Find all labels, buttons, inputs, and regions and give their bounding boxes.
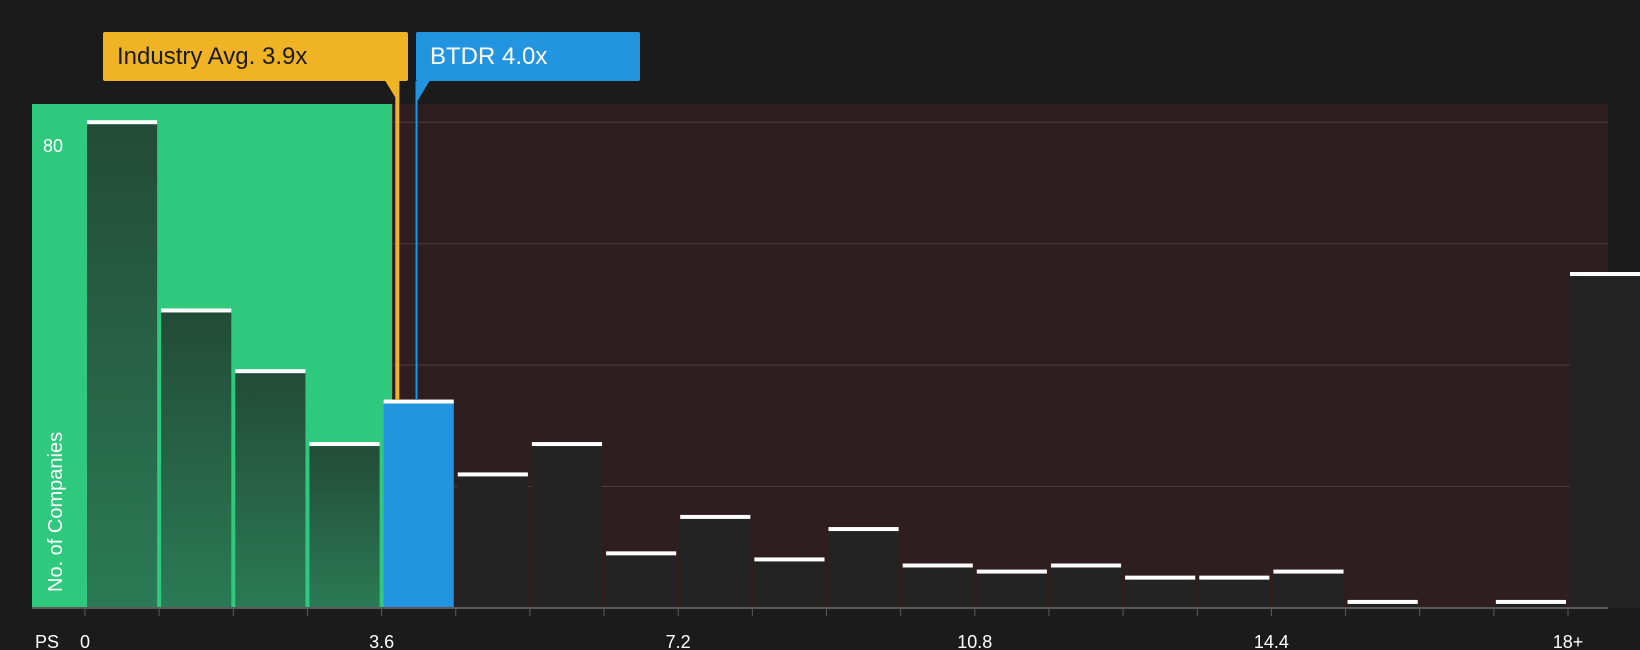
bar-cap [1199, 575, 1270, 580]
histogram-bar [87, 122, 158, 609]
bar-cap [1050, 563, 1122, 568]
ps-distribution-chart: 0 3.6 7.2 10.8 14.4 18+ 80 PS No. of Companie… [32, 81, 1640, 650]
y-axis-label: No. of Companies [45, 432, 67, 592]
histogram-bar [161, 310, 232, 608]
histogram-bar [754, 559, 825, 608]
company-pointer [415, 81, 430, 104]
bar-cap [383, 399, 454, 404]
x-tick-label: 0 [80, 632, 90, 650]
histogram-bar [1273, 571, 1344, 608]
x-axis-ticks: 0 3.6 7.2 10.8 14.4 18+ [80, 608, 1583, 650]
histogram-bar [1050, 565, 1122, 608]
histogram-bar [902, 565, 973, 608]
histogram-bar [531, 444, 603, 608]
x-tick-label: 10.8 [957, 632, 992, 650]
bar-cap [902, 563, 973, 568]
bar-cap [87, 120, 158, 125]
histogram-bar [1125, 577, 1196, 608]
histogram-bar [606, 553, 677, 608]
histogram-bar [828, 529, 899, 608]
bar-cap [680, 514, 751, 519]
bar-cap [309, 442, 380, 447]
bar-cap [1495, 599, 1566, 604]
histogram-bar [457, 474, 528, 608]
histogram-bar [309, 444, 380, 608]
bar-cap [235, 369, 306, 374]
y-tick-label: 80 [43, 136, 63, 156]
histogram-bar [383, 401, 454, 608]
bar-cap [1273, 569, 1344, 574]
histogram-bar [1570, 274, 1640, 608]
company-value-callout: BTDR 4.0x [416, 32, 640, 81]
bar-cap [606, 551, 677, 556]
bar-cap [457, 472, 528, 477]
x-axis-label: PS [35, 632, 59, 650]
bar-cap [161, 308, 232, 313]
x-tick-label: 7.2 [666, 632, 691, 650]
histogram-bar [1199, 577, 1270, 608]
bar-cap [976, 569, 1047, 574]
histogram-bar [235, 371, 306, 608]
industry-average-label: Industry Avg. 3.9x [117, 43, 308, 70]
industry-average-callout: Industry Avg. 3.9x [103, 32, 408, 81]
x-tick-label: 3.6 [369, 632, 394, 650]
histogram-bar [976, 571, 1047, 608]
bar-cap [828, 527, 899, 532]
company-value-label: BTDR 4.0x [430, 43, 548, 70]
histogram-bar [680, 516, 751, 608]
bar-cap [1125, 575, 1196, 580]
bar-cap [1347, 599, 1418, 604]
y-axis-ticks: 80 [43, 136, 63, 156]
bar-cap [531, 442, 603, 447]
x-tick-label: 18+ [1553, 632, 1584, 650]
bar-cap [1570, 272, 1640, 277]
x-tick-label: 14.4 [1254, 632, 1289, 650]
bar-cap [754, 557, 825, 562]
